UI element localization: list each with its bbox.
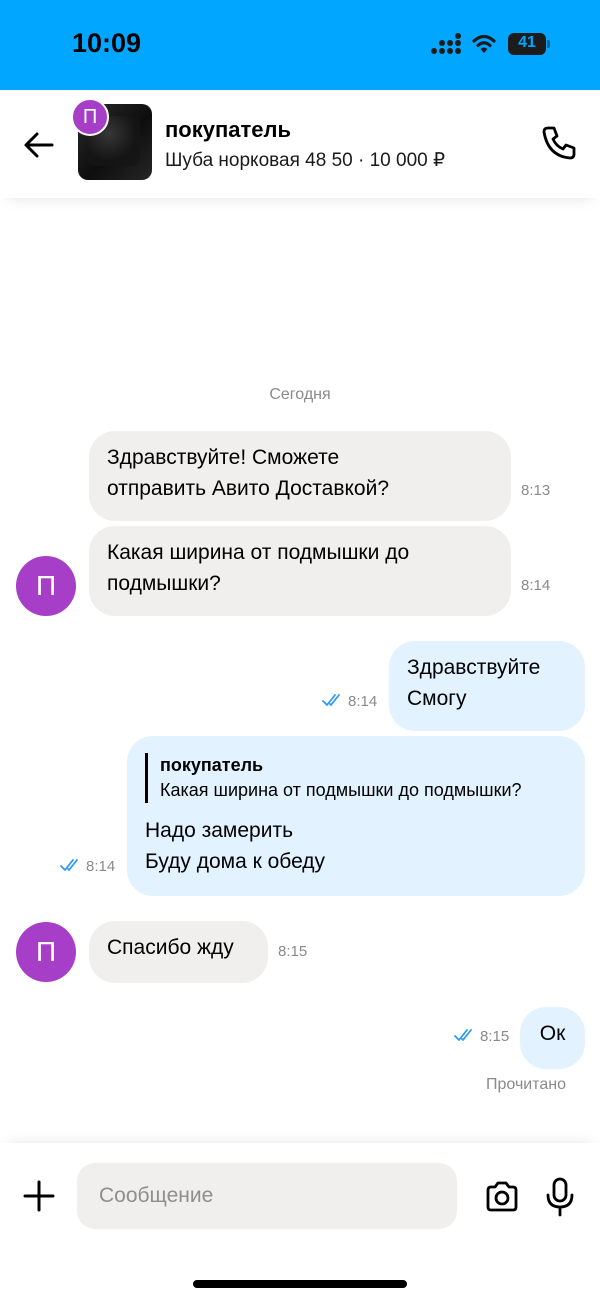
message-incoming[interactable]: Спасибо жду [89,921,268,983]
battery-percent: 41 [518,34,536,51]
status-bar: 10:09 41 [0,0,600,90]
message-outgoing[interactable]: Здравствуйте Смогу [389,641,585,731]
message-time: 8:15 [454,1028,509,1045]
plus-icon[interactable] [22,1179,56,1213]
message-incoming[interactable]: Какая ширина от подмышки до подмышки? [89,526,511,616]
message-time: 8:15 [278,943,308,960]
reply-quote-author: покупатель [160,755,264,775]
back-arrow-icon[interactable] [22,128,56,162]
message-text: Здравствуйте! Сможете отправить Авито До… [107,446,390,500]
message-text: Спасибо жду [107,936,234,959]
message-text: Надо замерить Буду дома к обеду [145,819,326,873]
status-time: 10:09 [72,28,142,58]
header-avatar[interactable]: П [71,98,109,136]
listing-title[interactable]: Шуба норковая 48 50 · 10 000 ₽ [165,149,445,172]
date-separator: Сегодня [269,386,331,403]
message-incoming[interactable]: Здравствуйте! Сможете отправить Авито До… [89,431,511,521]
message-time: 8:13 [521,482,551,499]
message-input[interactable] [77,1163,457,1229]
message-outgoing-reply[interactable]: покупатель Какая ширина от подмышки до п… [127,736,585,896]
phone-icon[interactable] [540,124,578,162]
sender-avatar[interactable]: П [16,556,76,616]
message-outgoing[interactable]: Ок [520,1007,585,1069]
reply-quote[interactable]: покупатель Какая ширина от подмышки до п… [145,753,567,803]
battery-icon: 41 [508,33,550,55]
double-check-icon [322,694,340,706]
message-time-text: 8:14 [86,858,116,875]
message-time: 8:14 [322,693,377,710]
camera-icon[interactable] [484,1179,520,1215]
read-status: Прочитано [486,1076,566,1093]
double-check-icon [454,1029,472,1041]
reply-quote-text: Какая ширина от подмышки до подмышки? [160,780,522,800]
contact-name[interactable]: покупатель [165,117,291,143]
wifi-icon [472,34,496,53]
double-check-icon [60,859,78,871]
message-composer [0,1143,600,1300]
message-text: Ок [539,1022,566,1045]
message-text: Здравствуйте Смогу [407,656,541,710]
message-time: 8:14 [60,858,115,875]
signal-icon [431,33,461,54]
chat-header: П покупатель Шуба норковая 48 50 · 10 00… [0,90,600,198]
home-indicator [193,1280,407,1288]
message-time: 8:14 [521,577,551,594]
message-time-text: 8:14 [348,693,378,710]
microphone-icon[interactable] [545,1177,575,1217]
sender-avatar[interactable]: П [16,922,76,982]
message-time-text: 8:15 [480,1028,510,1045]
message-text: Какая ширина от подмышки до подмышки? [107,541,410,595]
